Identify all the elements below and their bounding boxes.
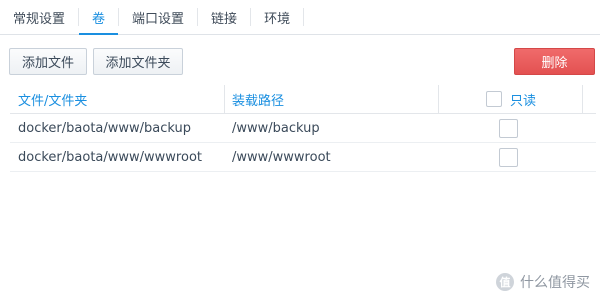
readonly-checkbox[interactable] [499, 147, 518, 167]
readonly-cell [499, 143, 518, 171]
column-header-mount-path[interactable]: 装载路径 [232, 85, 284, 113]
mount-path-cell: /www/backup [232, 120, 320, 136]
tab-port-settings[interactable]: 端口设置 [119, 0, 197, 34]
column-header-file-folder[interactable]: 文件/文件夹 [18, 85, 87, 113]
tab-general-settings[interactable]: 常规设置 [0, 0, 78, 34]
readonly-cell [499, 114, 518, 142]
mount-path-cell: /www/wwwroot [232, 149, 331, 165]
volume-table: 文件/文件夹 装载路径 只读 docker/baota/www/backup /… [10, 85, 596, 172]
column-divider [438, 85, 439, 113]
file-path-cell: docker/baota/www/backup [18, 120, 192, 136]
file-path-cell: docker/baota/www/wwwroot [18, 149, 202, 165]
table-row[interactable]: docker/baota/www/backup /www/backup [10, 114, 596, 143]
column-divider [224, 85, 225, 113]
watermark-logo-icon: 值 [496, 273, 514, 291]
readonly-header-label: 只读 [510, 93, 537, 109]
tab-divider [303, 8, 305, 26]
column-divider [582, 85, 583, 113]
tab-links[interactable]: 链接 [198, 0, 250, 34]
add-file-button[interactable]: 添加文件 [9, 48, 87, 75]
watermark-text: 什么值得买 [520, 275, 590, 291]
tab-bar: 常规设置 卷 端口设置 链接 环境 [0, 0, 600, 35]
add-folder-button[interactable]: 添加文件夹 [93, 48, 183, 75]
watermark: 值 什么值得买 [496, 272, 590, 292]
readonly-checkbox[interactable] [499, 118, 518, 138]
tab-environment[interactable]: 环境 [251, 0, 303, 34]
delete-button[interactable]: 删除 [514, 48, 595, 75]
tab-volume[interactable]: 卷 [79, 0, 119, 35]
table-header: 文件/文件夹 装载路径 只读 [10, 85, 596, 114]
table-row[interactable]: docker/baota/www/wwwroot /www/wwwroot [10, 143, 596, 172]
column-header-readonly: 只读 [486, 85, 536, 113]
select-all-readonly-checkbox[interactable] [486, 91, 502, 107]
